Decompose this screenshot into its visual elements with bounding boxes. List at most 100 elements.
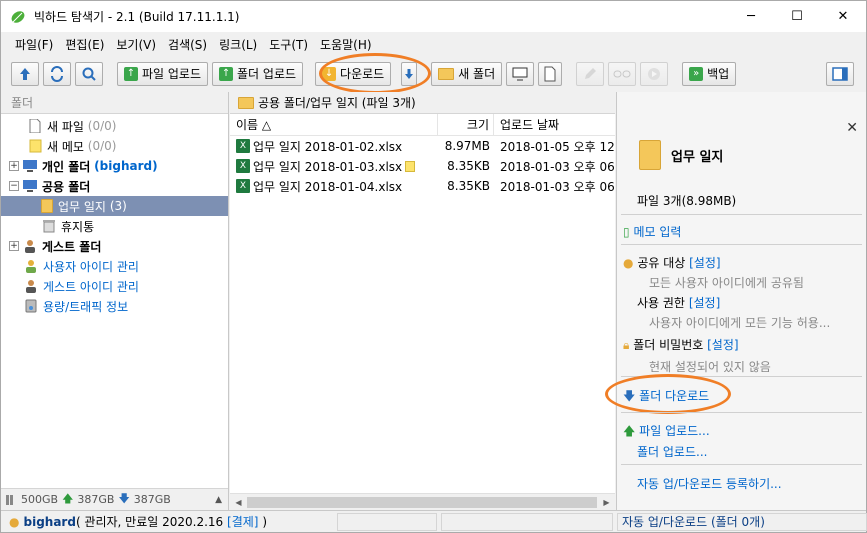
permission-row: 사용 권한 [설정] bbox=[637, 296, 721, 310]
tree-item-trash[interactable]: 휴지통 bbox=[1, 216, 228, 236]
play-button[interactable] bbox=[640, 61, 669, 86]
users-icon bbox=[26, 260, 36, 273]
upload-arrow-icon: 🡅 bbox=[62, 492, 74, 505]
folder-icon bbox=[41, 199, 53, 213]
app-window: 빅하드 탐색기 - 2.1 (Build 17.11.1.1) ─ ☐ ✕ 파일… bbox=[0, 0, 867, 533]
breadcrumb: 공용 폴더/업무 일지 (파일 3개) bbox=[230, 92, 615, 114]
link-button[interactable] bbox=[608, 61, 637, 86]
close-panel-icon[interactable]: ✕ bbox=[846, 120, 858, 136]
backup-button[interactable]: » 백업 bbox=[682, 61, 737, 86]
tree-item-personal-folder[interactable]: + 개인 폴더 (bighard) bbox=[1, 156, 228, 176]
tree-item-user-id-mgmt[interactable]: 사용자 아이디 관리 bbox=[1, 256, 228, 276]
search-button[interactable] bbox=[75, 61, 103, 86]
menu-tools[interactable]: 도구(T) bbox=[263, 36, 314, 53]
folder-password-row: 🔒︎ 폴더 비밀번호 [설정] bbox=[623, 338, 739, 352]
tree-item-guest-id-mgmt[interactable]: 게스트 아이디 관리 bbox=[1, 276, 228, 296]
file-list-header: 이름 △ 크기 업로드 날짜 bbox=[230, 114, 615, 136]
share-desc: 모든 사용자 아이디에게 공유됨 bbox=[649, 276, 804, 290]
disk-icon bbox=[25, 299, 37, 313]
tree-item-work-log[interactable]: 업무 일지 (3) bbox=[1, 196, 228, 216]
quota-status: 500GB 🡅 387GB 🡇 387GB ▲ bbox=[1, 488, 228, 510]
folder-upload-link[interactable]: 폴더 업로드... bbox=[637, 443, 707, 460]
permission-desc: 사용자 아이디에게 모든 기능 허용... bbox=[649, 316, 831, 330]
status-username: bighard bbox=[23, 514, 76, 529]
menu-search[interactable]: 검색(S) bbox=[162, 36, 213, 53]
refresh-button[interactable] bbox=[43, 61, 71, 86]
menu-link[interactable]: 링크(L) bbox=[213, 36, 263, 53]
storage-icon bbox=[6, 494, 13, 505]
menu-edit[interactable]: 편집(E) bbox=[59, 36, 110, 53]
download-arrow-icon: 🡇 bbox=[118, 492, 130, 505]
horizontal-scrollbar[interactable]: ◀ ▶ bbox=[230, 493, 615, 510]
folder-icon bbox=[238, 96, 254, 109]
edit-button[interactable] bbox=[576, 61, 605, 86]
folder-download-link[interactable]: 🡇 폴더 다운로드 bbox=[623, 387, 709, 408]
share-target-row: ● 공유 대상 [설정] bbox=[623, 256, 721, 270]
quota-down: 387GB bbox=[133, 493, 171, 506]
menu-help[interactable]: 도움말(H) bbox=[314, 36, 378, 53]
file-row[interactable]: X 업무 일지 2018-01-03.xlsx 8.35KB 2018-01-03… bbox=[230, 156, 615, 176]
collapse-icon[interactable]: − bbox=[9, 181, 19, 191]
status-close-paren: ) bbox=[262, 514, 267, 529]
tree-item-guest-folder[interactable]: + 게스트 폴더 bbox=[1, 236, 228, 256]
details-title: 업무 일지 bbox=[639, 140, 723, 170]
close-button[interactable]: ✕ bbox=[820, 1, 866, 32]
folder-tree-pane: 폴더 새 파일 (0/0) 새 메모 (0/0) + 개인 폴더 (bighar… bbox=[1, 92, 229, 510]
upload-file-label: 파일 업로드 bbox=[142, 67, 202, 81]
refresh-icon bbox=[51, 65, 63, 82]
new-doc-button[interactable] bbox=[538, 61, 563, 86]
column-date-header[interactable]: 업로드 날짜 bbox=[494, 114, 614, 135]
download-dropdown[interactable] bbox=[401, 61, 418, 86]
status-segment-empty-2 bbox=[441, 512, 613, 531]
expand-icon[interactable]: + bbox=[9, 241, 19, 251]
folder-tree: 새 파일 (0/0) 새 메모 (0/0) + 개인 폴더 (bighard) … bbox=[1, 114, 228, 316]
new-file-icon bbox=[29, 119, 41, 133]
folder-icon bbox=[438, 67, 455, 80]
upload-folder-button[interactable]: ↑ 폴더 업로드 bbox=[212, 61, 304, 86]
memo-icon: ▯ bbox=[623, 225, 630, 239]
download-button[interactable]: ↓ 다운로드 bbox=[315, 61, 392, 86]
document-icon bbox=[544, 66, 556, 81]
backup-label: 백업 bbox=[707, 67, 730, 81]
column-name-header[interactable]: 이름 △ bbox=[230, 114, 438, 135]
permission-settings-link[interactable]: [설정] bbox=[689, 296, 720, 310]
shared-computer-icon bbox=[23, 180, 37, 192]
arrow-down-icon bbox=[405, 68, 414, 79]
memo-icon bbox=[405, 160, 416, 172]
quota-up: 387GB bbox=[77, 493, 115, 506]
upload-file-button[interactable]: ↑ 파일 업로드 bbox=[117, 61, 209, 86]
tree-item-capacity-info[interactable]: 용량/트래픽 정보 bbox=[1, 296, 228, 316]
tree-item-new-files[interactable]: 새 파일 (0/0) bbox=[1, 116, 228, 136]
up-folder-button[interactable] bbox=[11, 61, 39, 86]
layout-toggle-button[interactable] bbox=[826, 61, 854, 86]
scroll-right-icon[interactable]: ▶ bbox=[598, 498, 615, 507]
share-settings-link[interactable]: [설정] bbox=[689, 256, 720, 270]
breadcrumb-path: 공용 폴더/업무 일지 (파일 3개) bbox=[258, 96, 416, 110]
pay-link[interactable]: [결제] bbox=[227, 513, 258, 530]
collapse-chevron-icon[interactable]: ▲ bbox=[215, 495, 222, 505]
file-upload-link[interactable]: 🡅 파일 업로드... bbox=[623, 422, 710, 443]
tree-item-new-memos[interactable]: 새 메모 (0/0) bbox=[1, 136, 228, 156]
auto-register-link[interactable]: 자동 업/다운로드 등록하기... bbox=[637, 475, 782, 492]
expand-icon[interactable]: + bbox=[9, 161, 19, 171]
download-label: 다운로드 bbox=[340, 67, 385, 81]
tree-item-shared-folder[interactable]: − 공용 폴더 bbox=[1, 176, 228, 196]
menu-file[interactable]: 파일(F) bbox=[9, 36, 59, 53]
password-settings-link[interactable]: [설정] bbox=[707, 338, 738, 352]
trash-icon bbox=[43, 220, 55, 233]
file-row[interactable]: X 업무 일지 2018-01-04.xlsx 8.35KB 2018-01-03… bbox=[230, 176, 615, 196]
auto-transfer-status[interactable]: 자동 업/다운로드 (폴더 0개) bbox=[617, 512, 867, 531]
status-bar: ● bighard ( 관리자, 만료일 2020.2.16 [결제] ) 자동… bbox=[1, 510, 867, 532]
minimize-button[interactable]: ─ bbox=[728, 1, 774, 32]
memo-input-link[interactable]: ▯ 메모 입력 bbox=[623, 223, 681, 240]
menu-view[interactable]: 보기(V) bbox=[110, 36, 162, 53]
file-row[interactable]: X 업무 일지 2018-01-02.xlsx 8.97MB 2018-01-05… bbox=[230, 136, 615, 156]
maximize-button[interactable]: ☐ bbox=[774, 1, 820, 32]
scroll-thumb[interactable] bbox=[247, 497, 597, 508]
column-size-header[interactable]: 크기 bbox=[438, 114, 494, 135]
new-folder-button[interactable]: 새 폴더 bbox=[431, 61, 503, 86]
upload-arrow-icon: 🡅 bbox=[623, 424, 636, 438]
preview-button[interactable] bbox=[506, 61, 535, 86]
scroll-left-icon[interactable]: ◀ bbox=[230, 498, 247, 507]
memo-icon bbox=[29, 139, 42, 153]
